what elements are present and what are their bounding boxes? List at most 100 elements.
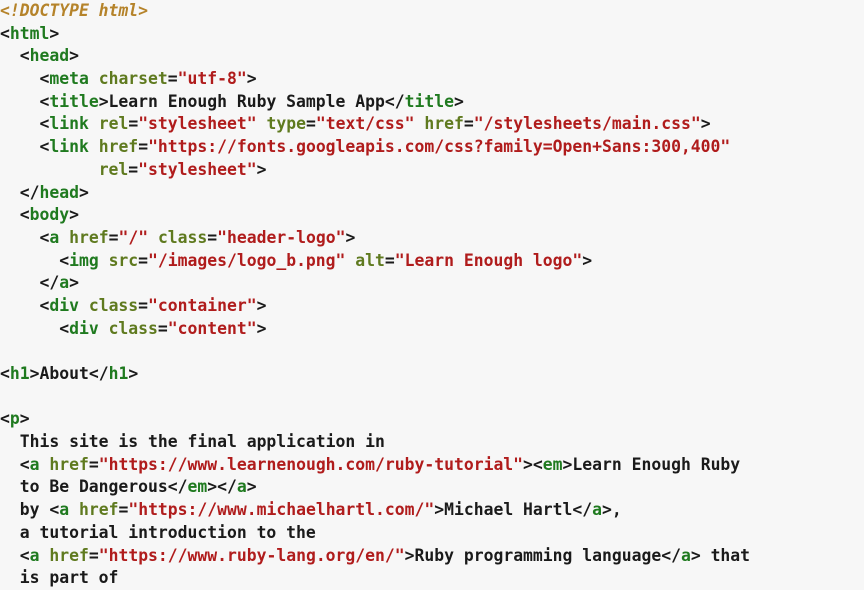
code-token-tag: img	[69, 250, 99, 270]
code-token-text: >Michael Hartl</	[434, 500, 593, 520]
code-token-text: >	[246, 477, 257, 497]
code-token-text: <	[0, 250, 70, 270]
code-token-str: "text/css"	[315, 114, 415, 134]
code-token-text: =	[128, 114, 139, 134]
code-token-tag: em	[542, 454, 563, 474]
code-line: <head>	[0, 45, 864, 68]
code-token-tag: a	[59, 273, 70, 293]
code-token-attr: class	[88, 295, 139, 315]
code-token-text: <	[0, 69, 50, 89]
code-token-str: "https://fonts.googleapis.com/css?family…	[148, 137, 731, 157]
code-token-text: <	[0, 23, 10, 43]
code-token-text: >	[69, 273, 79, 293]
code-token-text: =	[207, 227, 218, 247]
code-token-text: <	[0, 137, 50, 157]
code-token-tag: a	[49, 227, 60, 247]
code-token-tag: a	[29, 454, 40, 474]
code-token-attr: charset	[98, 69, 168, 89]
code-token-tag: a	[592, 500, 603, 520]
code-token-text: >About</	[29, 364, 109, 383]
code-token-text: >	[256, 295, 267, 315]
code-line: by <a href="https://www.michaelhartl.com…	[0, 499, 864, 522]
code-token-text: > that	[690, 545, 751, 565]
code-token-text: =	[463, 114, 474, 134]
code-token-text: </	[0, 273, 60, 293]
code-line: is part of	[0, 567, 864, 590]
code-token-text: =	[108, 227, 119, 247]
code-token-text: <	[0, 205, 30, 225]
code-token-attr: type	[266, 114, 306, 134]
code-token-text: >	[700, 114, 711, 134]
code-token-text: =	[88, 545, 99, 565]
code-token-text: <	[0, 364, 10, 383]
code-token-text: =	[118, 500, 129, 520]
code-token-text: >	[345, 227, 356, 247]
code-token-text: =	[138, 295, 149, 315]
code-token-str: "/images/logo_b.png"	[148, 250, 346, 270]
code-token-text: >	[49, 23, 60, 43]
code-token-text: <	[0, 227, 50, 247]
code-token-str: "/"	[118, 227, 149, 247]
code-token-text: >Learn Enough Ruby Sample App</	[98, 91, 405, 111]
code-token-tag: title	[404, 91, 454, 111]
code-token-attr: href	[424, 114, 464, 134]
code-token-text: <	[0, 545, 30, 565]
code-token-text: >Ruby programming language</	[404, 545, 681, 565]
code-token-attr: alt	[355, 250, 385, 270]
code-token-text: >	[256, 318, 267, 338]
code-token-tag: body	[29, 205, 70, 225]
code-token-text: >	[69, 205, 79, 225]
code-token-text: to Be Dangerous</	[0, 477, 188, 497]
code-token-attr: src	[108, 250, 139, 270]
code-token-str: "https://www.michaelhartl.com/"	[128, 500, 435, 520]
code-token-tag: html	[9, 23, 50, 43]
code-token-text: <	[0, 46, 30, 66]
code-token-text: is part of	[0, 568, 119, 588]
code-line: <title>Learn Enough Ruby Sample App</tit…	[0, 91, 864, 114]
code-token-tag: p	[9, 409, 20, 429]
code-token-str: "https://www.learnenough.com/ruby-tutori…	[98, 454, 524, 474]
code-token-tag: a	[29, 545, 40, 565]
code-token-str: "container"	[148, 295, 257, 315]
code-token-text: <	[0, 114, 50, 134]
code-token-text: =	[157, 318, 168, 338]
code-token-doctype: <!DOCTYPE html>	[0, 1, 149, 20]
code-token-attr: class	[157, 227, 208, 247]
code-token-attr: href	[49, 454, 89, 474]
code-token-tag: title	[49, 91, 99, 111]
code-line: <a href="https://www.learnenough.com/rub…	[0, 454, 864, 477]
code-token-text: <	[0, 409, 10, 429]
code-token-text: >	[128, 364, 139, 383]
code-token-tag: div	[49, 295, 79, 315]
code-token-tag: a	[680, 545, 691, 565]
code-line: This site is the final application in	[0, 431, 864, 454]
code-token-tag: h1	[108, 364, 129, 383]
code-token-attr: href	[78, 500, 119, 520]
code-token-text: =	[128, 159, 139, 179]
code-line: <meta charset="utf-8">	[0, 68, 864, 91]
code-token-tag: h1	[9, 364, 30, 383]
code-line: to Be Dangerous</em></a>	[0, 476, 864, 499]
code-token-str: "https://www.ruby-lang.org/en/"	[98, 545, 405, 565]
code-token-text: >	[582, 250, 593, 270]
code-token-attr: rel	[98, 114, 129, 134]
code-token-tag: a	[236, 477, 247, 497]
code-line: <div class="container">	[0, 295, 864, 318]
code-line: <img src="/images/logo_b.png" alt="Learn…	[0, 250, 864, 273]
code-token-text: >Learn Enough Ruby	[562, 454, 741, 474]
code-line: a tutorial introduction to the	[0, 522, 864, 545]
code-token-attr: href	[69, 227, 109, 247]
code-token-text: ></	[207, 477, 237, 497]
code-token-text: a tutorial introduction to the	[0, 522, 316, 542]
code-line: <!DOCTYPE html>	[0, 0, 864, 23]
